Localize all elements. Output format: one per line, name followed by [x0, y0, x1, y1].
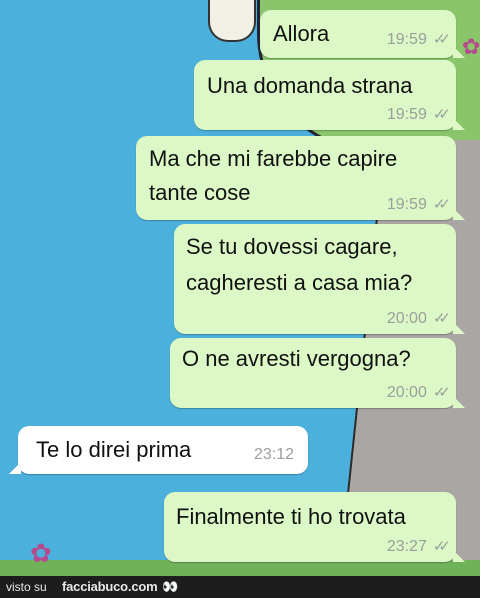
- double-check-icon: ✓✓: [432, 310, 451, 327]
- bubble-tail: [453, 208, 465, 220]
- message-bubble-incoming[interactable]: Te lo direi prima 23:12: [9, 426, 308, 474]
- message-bubble-outgoing[interactable]: Se tu dovessi cagare, cagheresti a casa …: [174, 224, 465, 334]
- chat-wallpaper: ✿ ✿ Allora 19:59 ✓✓ Una domanda strana 19…: [0, 0, 480, 576]
- message-bubble-outgoing[interactable]: Allora 19:59 ✓✓: [260, 10, 465, 58]
- message-time: 19:59: [386, 106, 427, 123]
- footer-visto-label: visto su: [6, 580, 47, 594]
- footer-brand-link[interactable]: facciabuco.com: [62, 576, 158, 598]
- bubble-tail: [9, 462, 21, 474]
- message-text: Se tu dovessi cagare,: [186, 234, 398, 259]
- double-check-icon: ✓✓: [432, 196, 451, 213]
- message-text: Allora: [273, 21, 330, 46]
- bubble-tail: [453, 322, 465, 334]
- message-meta: 23:27 ✓✓: [386, 538, 451, 556]
- message-text: Ma che mi farebbe capire: [149, 146, 398, 171]
- double-check-icon: ✓✓: [432, 384, 451, 401]
- message-meta: 19:59 ✓✓: [386, 31, 451, 49]
- message-bubble-outgoing[interactable]: Finalmente ti ho trovata 23:27 ✓✓: [164, 492, 465, 562]
- double-check-icon: ✓✓: [432, 31, 451, 48]
- bubble-tail: [453, 396, 465, 408]
- wallpaper-character: [208, 0, 256, 42]
- message-text: Una domanda strana: [207, 73, 413, 98]
- message-meta: 23:12: [254, 446, 294, 464]
- message-text: tante cose: [149, 180, 251, 205]
- message-text: cagheresti a casa mia?: [186, 270, 413, 295]
- wallpaper-grass: [0, 560, 480, 576]
- eyes-logo-icon: 👀: [162, 579, 179, 594]
- message-text: Te lo direi prima: [36, 437, 192, 462]
- message-time: 19:59: [386, 196, 427, 213]
- message-meta: 20:00 ✓✓: [386, 384, 451, 402]
- message-text: O ne avresti vergogna?: [182, 346, 411, 371]
- message-time: 23:27: [386, 538, 427, 555]
- message-text: Finalmente ti ho trovata: [176, 504, 406, 529]
- bubble-tail: [453, 118, 465, 130]
- message-meta: 19:59 ✓✓: [386, 106, 451, 124]
- double-check-icon: ✓✓: [432, 538, 451, 555]
- message-time: 20:00: [386, 384, 427, 401]
- double-check-icon: ✓✓: [432, 106, 451, 123]
- message-time: 20:00: [386, 310, 427, 327]
- message-time: 19:59: [386, 31, 427, 48]
- message-meta: 20:00 ✓✓: [386, 310, 451, 328]
- message-bubble-outgoing[interactable]: Una domanda strana 19:59 ✓✓: [194, 60, 465, 130]
- message-bubble-outgoing[interactable]: O ne avresti vergogna? 20:00 ✓✓: [170, 338, 465, 408]
- bubble-tail: [453, 46, 465, 58]
- message-meta: 19:59 ✓✓: [386, 196, 451, 214]
- message-bubble-outgoing[interactable]: Ma che mi farebbe capire tante cose 19:5…: [136, 136, 465, 220]
- watermark-footer: visto su facciabuco.com 👀: [0, 576, 480, 598]
- flower-icon: ✿: [30, 538, 52, 568]
- bubble-tail: [453, 550, 465, 562]
- message-time: 23:12: [253, 446, 294, 463]
